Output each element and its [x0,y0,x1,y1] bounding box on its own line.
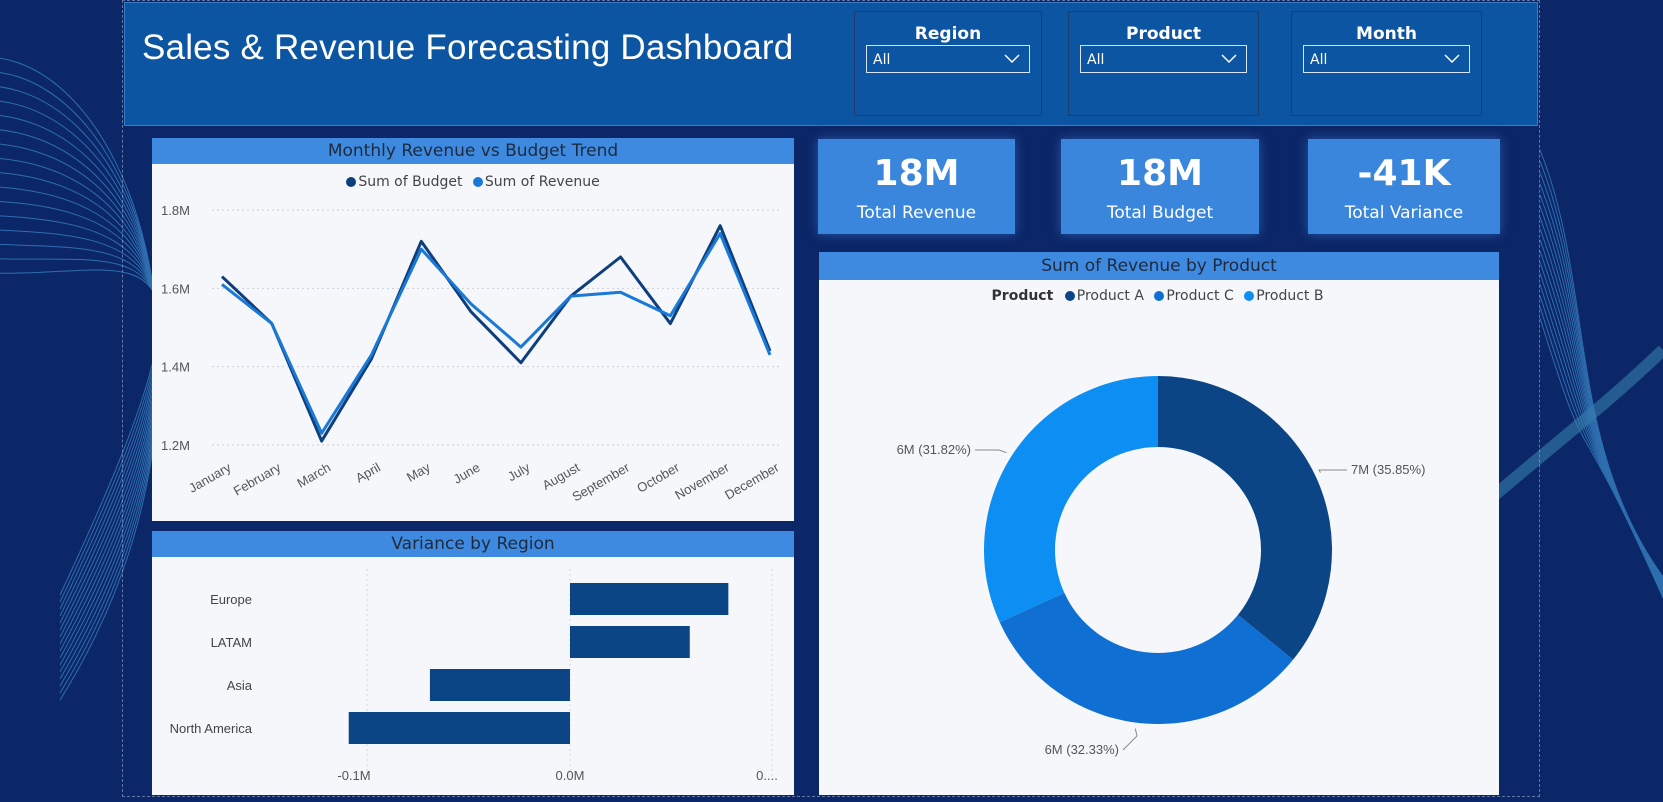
x-tick-label: November [672,459,732,502]
y-tick-label: 1.4M [161,360,190,375]
bg-wave-line [1539,284,1663,595]
y-category-label: LATAM [211,635,252,650]
bar-chart-panel[interactable]: Variance by Region -0.1M 0.0M 0.... Europe L… [152,531,794,795]
kpi-value: 18M [1117,153,1203,194]
line-chart-panel[interactable]: Monthly Revenue vs Budget Trend Sum of B… [152,138,794,521]
y-category-label: Asia [227,678,253,693]
slicer-product-title: Product [1126,24,1201,44]
x-tick-label: February [231,459,284,498]
bar-north-america[interactable] [348,712,570,744]
product-dropdown-value: All [1087,52,1105,68]
y-tick-label: 1.8M [161,203,190,218]
y-tick-label: 1.2M [161,438,190,453]
slicer-month: Month All [1291,11,1482,116]
donut-slice-product-a[interactable] [1158,376,1332,660]
bg-wave-line [1539,217,1663,586]
x-tick-label: March [294,460,333,491]
x-tick-label: -0.1M [337,768,370,783]
slicer-region-title: Region [914,24,982,44]
donut-chart-plot: 7M (35.85%) 6M (32.33%) 6M (31.82%) [897,376,1425,757]
kpi-value: 18M [873,153,960,194]
kpi-total-variance: -41K Total Variance [1308,139,1500,234]
month-dropdown[interactable]: All [1303,45,1470,73]
data-label-leader [1122,728,1138,751]
bar-latam[interactable] [570,626,690,658]
chevron-down-icon [1004,54,1020,64]
donut-slice-product-b[interactable] [984,376,1158,623]
kpi-total-revenue: 18M Total Revenue [818,139,1015,234]
region-dropdown[interactable]: All [866,45,1030,73]
bar-asia[interactable] [429,669,570,701]
x-tick-label: December [722,459,782,502]
kpi-label: Total Variance [1344,203,1464,223]
month-dropdown-value: All [1310,52,1328,68]
x-tick-label: June [451,460,483,487]
x-tick-label: September [569,459,632,504]
x-tick-label: May [404,459,433,485]
kpi-label: Total Budget [1106,203,1214,223]
product-dropdown[interactable]: All [1080,45,1247,73]
slicer-product: Product All [1068,11,1259,116]
data-label: 7M (35.85%) [1351,462,1425,477]
bg-wave-line [1539,194,1663,584]
y-category-label: Europe [210,592,252,607]
bar-europe[interactable] [570,583,729,615]
slicer-region: Region All [854,11,1042,116]
y-category-label: North America [170,721,253,736]
slicer-month-title: Month [1356,24,1417,44]
x-tick-label: April [353,460,383,486]
kpi-label: Total Revenue [856,203,977,223]
donut-chart-panel[interactable]: Sum of Revenue by Product Product Produc… [819,252,1499,795]
bg-wave-line [1539,295,1663,597]
data-label: 6M (32.33%) [1045,742,1119,757]
chevron-down-icon [1444,54,1460,64]
page-title: Sales & Revenue Forecasting Dashboard [142,28,794,67]
series-line-budget[interactable] [220,224,772,443]
kpi-value: -41K [1357,153,1451,194]
data-label-leader [1318,469,1347,473]
data-label-leader [975,449,1007,454]
bar-chart-plot: -0.1M 0.0M 0.... Europe LATAM Asia North Ameri… [170,569,778,783]
bg-wave-line [1539,205,1663,585]
chevron-down-icon [1221,54,1237,64]
line-chart-plot: 1.2M 1.4M 1.6M 1.8M JanuaryFebruary March Apri… [161,203,782,504]
x-tick-label: January [186,459,234,495]
x-tick-label: 0.0M [556,768,585,783]
x-tick-label: 0.... [756,768,778,783]
kpi-total-budget: 18M Total Budget [1061,139,1259,234]
y-tick-label: 1.6M [161,281,190,296]
data-label: 6M (31.82%) [897,442,971,457]
x-tick-label: July [505,459,533,484]
region-dropdown-value: All [873,52,891,68]
